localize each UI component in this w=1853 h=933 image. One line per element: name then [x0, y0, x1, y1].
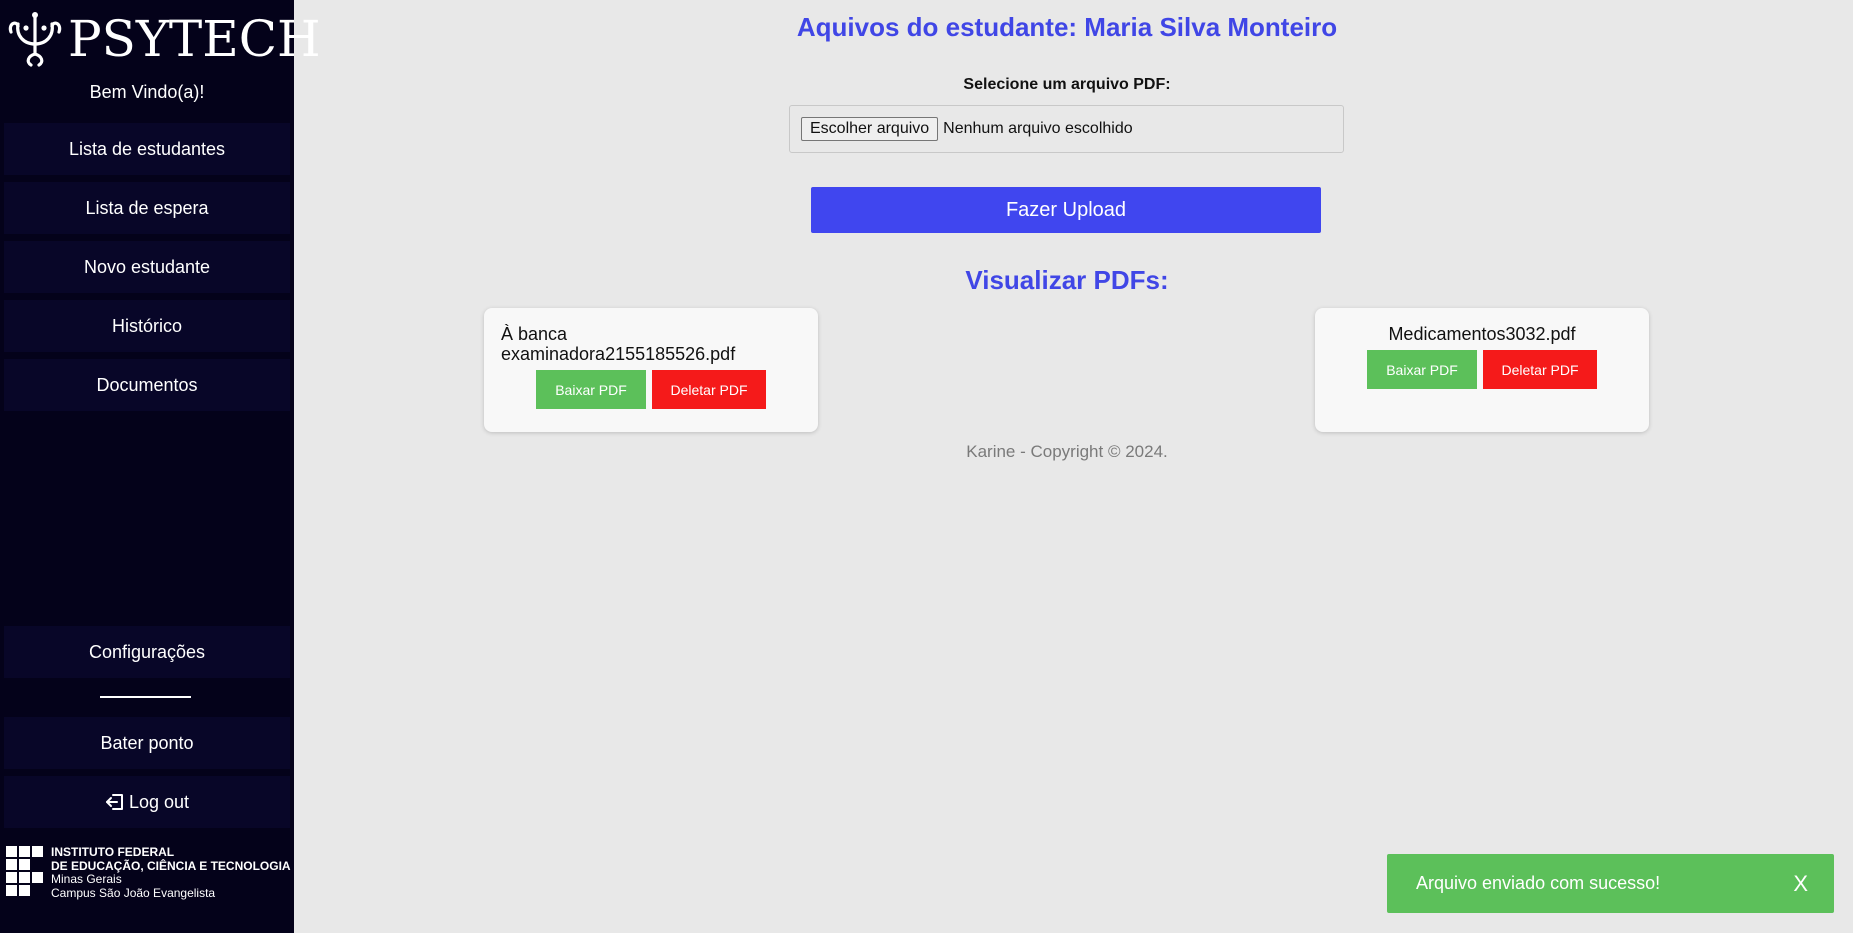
nav-documents[interactable]: Documentos	[4, 359, 290, 411]
page-title: Aquivos do estudante: Maria Silva Montei…	[796, 12, 1338, 42]
download-pdf-button[interactable]: Baixar PDF	[536, 370, 646, 409]
upload-button[interactable]: Fazer Upload	[811, 187, 1321, 233]
success-toast: Arquivo enviado com sucesso! X	[1387, 854, 1834, 913]
nav-clock-in[interactable]: Bater ponto	[4, 717, 290, 769]
pdf-card: Medicamentos3032.pdf Baixar PDF Deletar …	[1315, 308, 1649, 432]
pdf-actions: Baixar PDF Deletar PDF	[1367, 350, 1597, 389]
institution-logo: INSTITUTO FEDERAL DE EDUCAÇÃO, CIÊNCIA E…	[6, 845, 292, 904]
institution-line: INSTITUTO FEDERAL	[51, 845, 175, 859]
nav-history[interactable]: Histórico	[4, 300, 290, 352]
institution-line: Minas Gerais	[51, 872, 122, 886]
delete-pdf-button[interactable]: Deletar PDF	[1483, 350, 1597, 389]
upload-label: Selecione um arquivo PDF:	[963, 76, 1171, 93]
delete-pdf-button[interactable]: Deletar PDF	[652, 370, 766, 409]
nav-waiting-list[interactable]: Lista de espera	[4, 182, 290, 234]
logout-label: Log out	[128, 791, 190, 812]
nav-settings[interactable]: Configurações	[4, 626, 290, 678]
sidebar: PSYTECH Bem Vindo(a)! Lista de estudante…	[0, 0, 321, 933]
brand-logo[interactable]: PSYTECH	[6, 8, 321, 70]
pdfs-section-title: Visualizar PDFs:	[965, 265, 1169, 295]
toast-message: Arquivo enviado com sucesso!	[1416, 873, 1661, 893]
nav-label: Lista de espera	[85, 197, 209, 218]
pdf-card: À banca examinadora2155185526.pdf Baixar…	[484, 308, 818, 432]
nav-new-student[interactable]: Novo estudante	[4, 241, 290, 293]
institution-line: Campus São João Evangelista	[51, 885, 216, 900]
nav-label: Lista de estudantes	[68, 138, 226, 159]
pdf-filename: Medicamentos3032.pdf	[1388, 324, 1576, 344]
institution-line: DE EDUCAÇÃO, CIÊNCIA E TECNOLOGIA	[51, 858, 291, 873]
download-pdf-button[interactable]: Baixar PDF	[1367, 350, 1477, 389]
pdf-actions: Baixar PDF Deletar PDF	[536, 370, 766, 409]
welcome-text: Bem Vindo(a)!	[89, 82, 205, 102]
nav-label: Novo estudante	[83, 256, 211, 277]
pdf-filename: À banca examinadora2155185526.pdf	[501, 324, 736, 364]
footer-copyright: Karine - Copyright © 2024.	[966, 442, 1168, 461]
choose-file-button[interactable]: Escolher arquivo	[801, 117, 939, 141]
ifmg-grid-icon	[6, 846, 46, 898]
toast-close-button[interactable]: X	[1793, 872, 1808, 895]
logout-icon	[105, 794, 123, 810]
psi-logo-icon	[8, 12, 62, 67]
brand-name: PSYTECH	[68, 10, 321, 68]
file-status: Nenhum arquivo escolhido	[943, 120, 1133, 137]
sidebar-divider	[100, 696, 191, 698]
nav-label: Bater ponto	[100, 732, 194, 753]
nav-label: Histórico	[111, 315, 182, 336]
nav-student-list[interactable]: Lista de estudantes	[4, 123, 290, 175]
file-input[interactable]: Escolher arquivo Nenhum arquivo escolhid…	[789, 105, 1344, 153]
nav-label: Configurações	[88, 641, 206, 662]
institution-text: INSTITUTO FEDERAL DE EDUCAÇÃO, CIÊNCIA E…	[51, 845, 291, 900]
nav-label: Documentos	[96, 374, 198, 395]
logout-button[interactable]: Log out	[4, 776, 290, 828]
